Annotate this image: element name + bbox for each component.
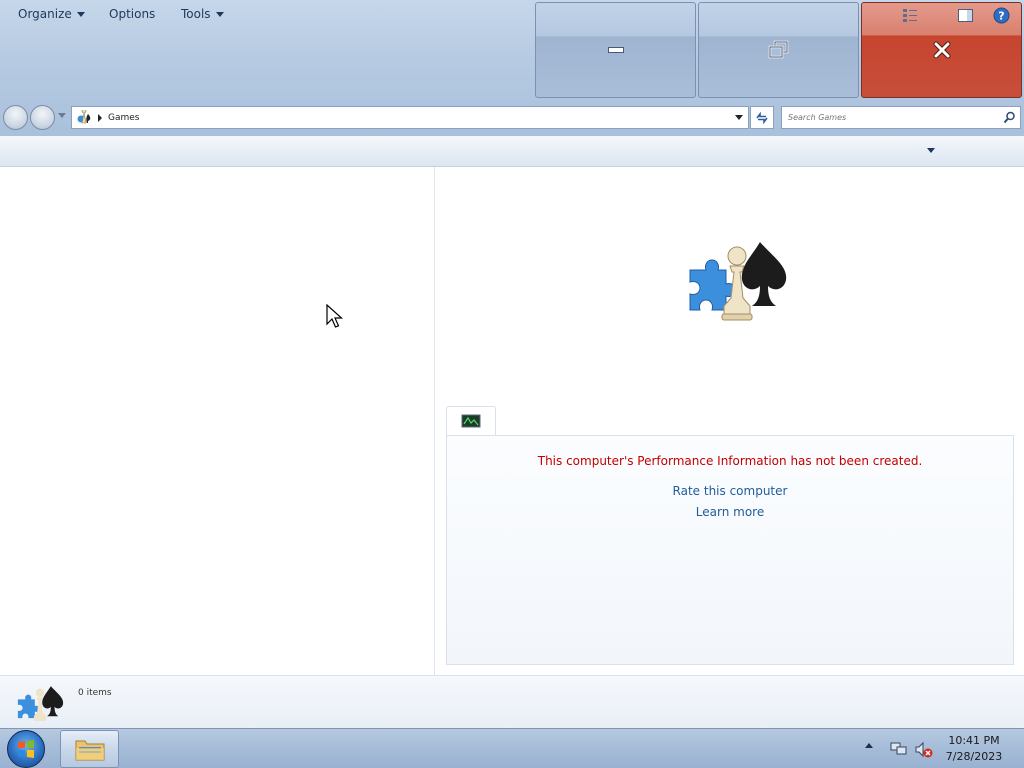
close-icon [933,41,950,59]
views-icon[interactable] [902,7,919,24]
folder-icon [75,740,104,761]
preview-pane-icon[interactable] [957,7,974,24]
item-count: 0 items [78,688,112,698]
minimize-icon [607,47,624,53]
chevron-down-icon [735,115,743,120]
taskbar-explorer-button[interactable] [60,730,119,768]
minimize-button[interactable] [535,2,696,98]
refresh-icon [756,111,768,124]
windows-logo-icon [18,740,34,758]
rate-computer-link[interactable]: Rate this computer [447,484,1013,498]
options-button[interactable]: Options [109,7,155,21]
clock-date: 7/28/2023 [945,750,1003,763]
show-hidden-icons-button[interactable] [865,743,873,748]
clock[interactable]: 10:41 PM 7/28/2023 [943,733,1005,765]
tools-menu[interactable]: Tools [181,7,224,21]
performance-monitor-icon [461,414,481,428]
games-icon [17,686,64,721]
volume-muted-icon[interactable] [914,741,933,758]
search-icon[interactable] [1003,111,1016,124]
svg-text:?: ? [998,10,1004,23]
recent-pages-dropdown[interactable] [58,113,66,118]
games-icon [77,109,91,123]
learn-more-link[interactable]: Learn more [447,505,1013,519]
tools-label: Tools [181,7,211,21]
breadcrumb-separator-icon[interactable] [98,113,102,122]
games-logo-icon [689,242,787,321]
clock-time: 10:41 PM [948,734,1000,747]
taskbar: 10:41 PM 7/28/2023 [0,728,1024,768]
command-bar [0,136,1024,167]
refresh-button[interactable] [750,106,774,129]
details-pane: 0 items [0,675,1024,728]
back-button[interactable] [3,105,28,130]
address-history-dropdown[interactable] [730,107,748,128]
restore-button[interactable] [698,2,859,98]
address-bar[interactable]: Games [71,106,749,129]
forward-button[interactable] [30,105,55,130]
games-list-pane[interactable] [0,167,434,675]
mouse-cursor-icon [326,304,344,328]
restore-icon [768,40,788,59]
chevron-down-icon [76,11,85,17]
help-icon[interactable]: ? [993,7,1010,24]
organize-label: Organize [18,7,72,21]
start-button[interactable] [7,730,45,768]
organize-menu[interactable]: Organize [18,7,85,21]
search-box[interactable] [781,106,1021,129]
search-input[interactable] [788,113,988,122]
options-label: Options [109,7,156,21]
performance-panel: This computer's Performance Information … [446,435,1014,665]
views-dropdown-icon[interactable] [927,148,935,153]
chevron-down-icon [215,11,224,17]
performance-tab[interactable] [446,406,496,436]
network-icon[interactable] [890,741,907,757]
performance-message: This computer's Performance Information … [537,454,923,468]
breadcrumb-games[interactable]: Games [108,113,139,123]
